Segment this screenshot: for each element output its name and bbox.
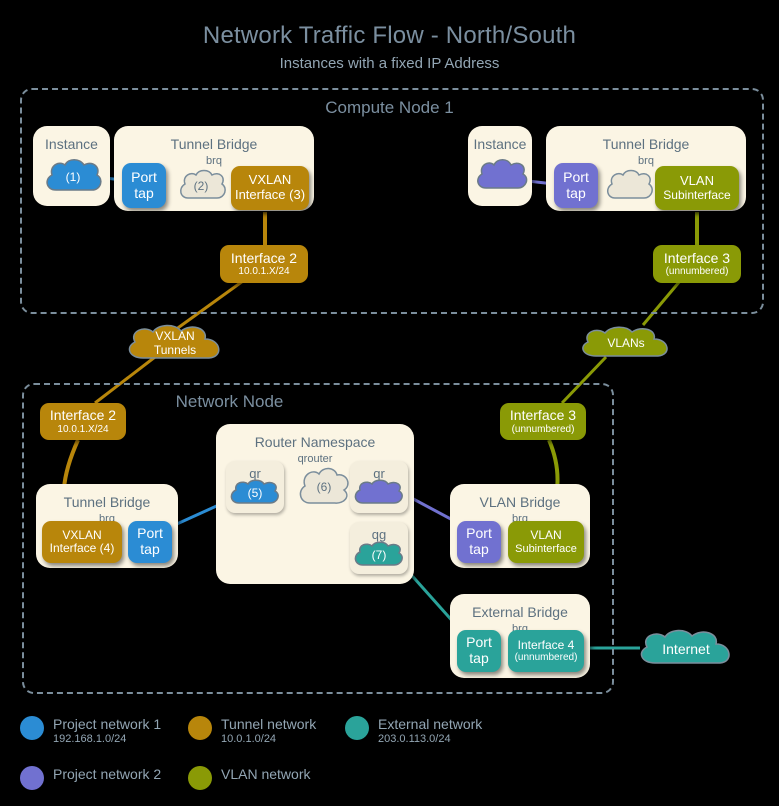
- interface2-line1: Interface 2: [230, 249, 298, 266]
- vlan-sub-line1: VLAN: [680, 173, 714, 188]
- legend-swatch-project2: [20, 766, 44, 790]
- qr-left-cloud: (5): [228, 479, 282, 509]
- vxlan-cloud-line1: VXLAN: [155, 329, 195, 344]
- qg-label: qg: [371, 527, 387, 542]
- compute-node-title: Compute Node 1: [325, 98, 454, 117]
- instance-cloud-left-label: (1): [65, 170, 81, 185]
- tunnel-bridge-network-title: Tunnel Bridge: [63, 494, 151, 510]
- legend-subnet: 192.168.1.0/24: [53, 733, 127, 746]
- qr-right-cloud: [352, 479, 406, 509]
- legend-label: Project network 2: [53, 766, 162, 782]
- interface3-line2: (unnumbered): [511, 423, 575, 435]
- tunnel-bridge-left-title: Tunnel Bridge: [170, 136, 258, 152]
- vxlan-tunnels-cloud-label: VXLAN Tunnels: [123, 329, 227, 358]
- interface4-line2: (unnumbered): [514, 652, 578, 664]
- port-tap-tunnel-bridge-network[interactable]: Port tap: [128, 521, 172, 563]
- legend-item: Project network 2: [20, 766, 161, 790]
- interface3-line1: Interface 3: [663, 249, 731, 266]
- interface4-external-bridge[interactable]: Interface 4 (unnumbered): [508, 630, 584, 672]
- instance-panel-left-title: Instance: [45, 136, 98, 152]
- legend-label: Tunnel network: [221, 716, 317, 732]
- vxlan-iface-line1: VXLAN: [248, 172, 292, 188]
- bridge-cloud-left: (2): [177, 168, 226, 206]
- legend-item: VLAN network: [188, 766, 310, 790]
- instance-panel-right-title: Instance: [473, 136, 527, 152]
- internet-cloud: Internet: [635, 628, 737, 670]
- legend-item: External network 203.0.113.0/24: [345, 716, 482, 746]
- vxlan-cloud-line2: Tunnels: [153, 343, 197, 357]
- port-tap-line2: tap: [469, 541, 489, 557]
- port-tap-line2: tap: [566, 184, 586, 201]
- legend-label: VLAN network: [221, 766, 311, 782]
- port-tap-compute-left[interactable]: Port tap: [122, 163, 166, 208]
- vxlan-iface-line2: Interface (3): [234, 187, 306, 202]
- interface3-compute-right[interactable]: Interface 3 (unnumbered): [653, 245, 741, 283]
- instance-cloud-left: (1): [42, 157, 104, 199]
- legend-swatch-external: [345, 716, 369, 740]
- interface3-network-node[interactable]: Interface 3 (unnumbered): [500, 403, 586, 440]
- port-tap-compute-right[interactable]: Port tap: [554, 163, 598, 208]
- tunnel-bridge-right-title: Tunnel Bridge: [602, 136, 690, 152]
- qg-cloud: (7): [352, 541, 406, 571]
- interface2-line1: Interface 2: [49, 407, 117, 424]
- vlans-cloud: VLANs: [577, 325, 675, 363]
- legend-swatch-vlan: [188, 766, 212, 790]
- router-cloud: (6): [297, 464, 351, 512]
- port-tap-line2: tap: [140, 541, 160, 557]
- qr-left-cloud-label: (5): [247, 486, 263, 501]
- port-tap-external-bridge[interactable]: Port tap: [457, 630, 501, 672]
- port-tap-line1: Port: [466, 525, 492, 542]
- port-tap-line1: Port: [131, 168, 157, 185]
- vlans-cloud-label: VLANs: [607, 336, 645, 351]
- interface3-line1: Interface 3: [509, 407, 577, 424]
- legend-swatch-project1: [20, 716, 44, 740]
- legend-subnet: 10.0.1.0/24: [221, 733, 277, 746]
- qg-cloud-label: (7): [371, 548, 387, 563]
- port-tap-line1: Port: [137, 525, 163, 542]
- internet-cloud-label: Internet: [662, 640, 710, 657]
- legend-item: Project network 1 192.168.1.0/24: [20, 716, 161, 746]
- interface3-line2: (unnumbered): [665, 266, 729, 278]
- vxlan-interface-compute-left[interactable]: VXLAN Interface (3): [231, 166, 309, 210]
- router-cloud-label: (6): [316, 480, 332, 495]
- vlan-sub-line2: Subinterface: [663, 187, 731, 202]
- interface2-compute-left[interactable]: Interface 2 10.0.1.X/24: [220, 245, 308, 283]
- legend-item: Tunnel network 10.0.1.0/24: [188, 716, 316, 746]
- legend-label: External network: [378, 716, 483, 732]
- external-bridge-title: External Bridge: [472, 604, 568, 620]
- port-tap-line2: tap: [134, 184, 154, 201]
- vlan-sub-line2: Subinterface: [515, 542, 577, 555]
- interface2-network-node[interactable]: Interface 2 10.0.1.X/24: [40, 403, 126, 440]
- bridge-cloud-left-label: (2): [193, 179, 209, 194]
- vlan-subinterface-network-node[interactable]: VLAN Subinterface: [508, 521, 584, 563]
- legend-swatch-tunnel: [188, 716, 212, 740]
- interface4-line1: Interface 4: [517, 637, 575, 652]
- port-tap-vlan-bridge[interactable]: Port tap: [457, 521, 501, 563]
- interface2-line2: 10.0.1.X/24: [238, 266, 290, 278]
- vxlan-iface-line1: VXLAN: [62, 527, 102, 542]
- diagram-canvas: Network Traffic Flow - North/South Insta…: [0, 0, 779, 806]
- vxlan-tunnels-cloud: VXLAN Tunnels: [123, 323, 227, 365]
- vlan-subinterface-compute-right[interactable]: VLAN Subinterface: [655, 166, 739, 210]
- port-tap-line1: Port: [466, 634, 492, 651]
- bridge-cloud-right: [604, 168, 653, 206]
- interface2-line2: 10.0.1.X/24: [57, 423, 109, 435]
- port-tap-line1: Port: [563, 168, 589, 185]
- legend-label: Project network 1: [53, 716, 162, 732]
- vlan-sub-line1: VLAN: [530, 528, 562, 543]
- vxlan-iface-line2: Interface (4): [49, 541, 115, 555]
- router-namespace-title: Router Namespace: [254, 434, 376, 450]
- vlan-bridge-title: VLAN Bridge: [479, 494, 561, 510]
- port-tap-line2: tap: [469, 650, 489, 666]
- instance-cloud-right: [474, 157, 528, 197]
- vxlan-interface-network-node[interactable]: VXLAN Interface (4): [42, 521, 122, 563]
- legend-subnet: 203.0.113.0/24: [378, 733, 451, 746]
